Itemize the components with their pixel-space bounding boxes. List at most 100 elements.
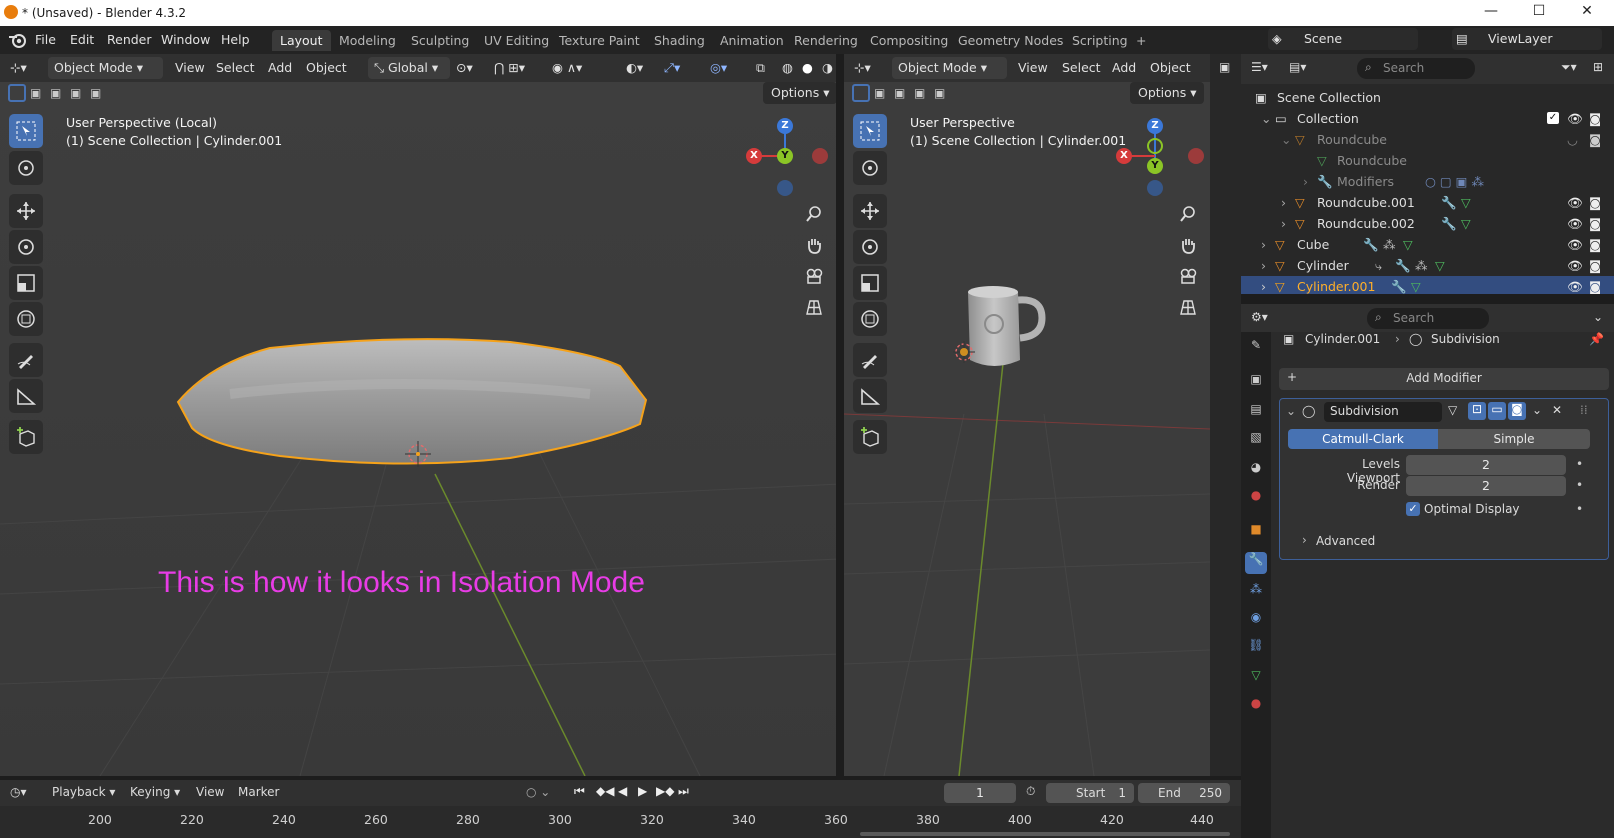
particles-tab-icon[interactable]: ⁂: [1245, 582, 1267, 604]
add-workspace-button[interactable]: +: [1128, 30, 1154, 51]
pan-button[interactable]: [800, 231, 828, 259]
editor-type-icon[interactable]: ⊹▾: [10, 60, 27, 75]
material-shading-icon[interactable]: ◑: [822, 60, 833, 75]
collapse-chevron-icon[interactable]: ⌄: [1286, 404, 1296, 418]
measure-tool[interactable]: [853, 379, 887, 413]
gizmo-toggle-icon[interactable]: ⤢▾: [664, 60, 680, 76]
world-tab-icon[interactable]: ●: [1245, 488, 1267, 510]
minimize-button[interactable]: —: [1468, 3, 1514, 23]
view-layer-selector[interactable]: ▤ ViewLayer: [1452, 28, 1602, 50]
transform-tool[interactable]: [9, 302, 43, 336]
scene-selector[interactable]: ◈ Scene: [1268, 28, 1418, 50]
viewport-menu-select[interactable]: Select: [216, 60, 255, 75]
keyframe-dot-icon[interactable]: •: [1576, 478, 1583, 492]
chevron-right-icon[interactable]: ›: [1281, 195, 1286, 210]
viewport-menu-object[interactable]: Object: [1150, 60, 1191, 75]
new-collection-icon[interactable]: ⊞: [1593, 60, 1603, 74]
play-icon[interactable]: ▶: [638, 784, 647, 798]
pan-button[interactable]: [1174, 231, 1202, 259]
timeline-ruler[interactable]: 200 220 240 260 280 300 320 340 360 380 …: [0, 806, 1241, 838]
measure-tool[interactable]: [9, 379, 43, 413]
gizmo-y-axis[interactable]: Y: [777, 148, 793, 164]
add-cube-tool[interactable]: [853, 420, 887, 454]
maximize-button[interactable]: ☐: [1516, 3, 1562, 23]
render-tab-icon[interactable]: ▣: [1245, 372, 1267, 394]
rotate-tool[interactable]: [853, 230, 887, 264]
optimal-display-checkbox[interactable]: ✓: [1406, 502, 1420, 516]
outliner-row-roundcube-002[interactable]: › ▽ Roundcube.002 🔧 ▽ 👁 ◙: [1241, 213, 1614, 234]
keyframe-dot-icon[interactable]: •: [1576, 457, 1583, 471]
render-camera-icon[interactable]: ◙: [1589, 237, 1603, 252]
render-camera-icon[interactable]: ◙: [1589, 132, 1603, 147]
visibility-eye-icon[interactable]: 👁: [1567, 258, 1583, 273]
advanced-subpanel-label[interactable]: Advanced: [1316, 534, 1375, 548]
gizmo-neg-z[interactable]: [1147, 180, 1163, 196]
render-camera-icon[interactable]: ◙: [1589, 111, 1603, 126]
chevron-down-icon[interactable]: ⌄: [1261, 111, 1271, 126]
rotate-tool[interactable]: [9, 230, 43, 264]
blender-menu-icon[interactable]: [8, 31, 28, 49]
visibility-eye-icon[interactable]: 👁: [1567, 195, 1583, 210]
ortho-toggle-button[interactable]: [1174, 293, 1202, 321]
tab-modeling[interactable]: Modeling: [331, 30, 404, 51]
zoom-button[interactable]: [1174, 200, 1202, 228]
chevron-down-icon[interactable]: ⌄: [1281, 132, 1291, 147]
scene-tab-icon[interactable]: ◕: [1245, 460, 1267, 482]
scale-tool[interactable]: [9, 266, 43, 300]
scale-tool[interactable]: [853, 266, 887, 300]
select-box-tool[interactable]: [9, 114, 43, 148]
timeline-editor-icon[interactable]: ◷▾: [10, 785, 27, 799]
timeline-menu-keying[interactable]: Keying ▾: [130, 785, 180, 799]
outliner-editor-icon[interactable]: ☰▾: [1251, 60, 1268, 74]
exclude-checkbox[interactable]: ✓: [1547, 112, 1559, 124]
menu-help[interactable]: Help: [221, 32, 250, 47]
sidebar-toggle-icon[interactable]: ▣: [1219, 60, 1230, 74]
modifier-dropdown-icon[interactable]: ⌄: [1532, 403, 1542, 417]
viewport-display-toggle-icon[interactable]: ▭: [1488, 402, 1506, 420]
visibility-eye-icon[interactable]: 👁: [1567, 216, 1583, 231]
jump-start-icon[interactable]: ⏮: [574, 784, 585, 799]
menu-window[interactable]: Window: [161, 32, 210, 47]
constraints-tab-icon[interactable]: ⛓: [1245, 638, 1267, 660]
gizmo-neg-z[interactable]: [777, 180, 793, 196]
tab-texture-paint[interactable]: Texture Paint: [551, 30, 648, 51]
select-subtract-icon[interactable]: ▣: [894, 86, 905, 100]
editor-type-icon[interactable]: ⊹▾: [854, 60, 871, 75]
gizmo-neg-x[interactable]: [812, 148, 828, 164]
chevron-right-icon[interactable]: ›: [1261, 258, 1266, 273]
chevron-right-icon[interactable]: ›: [1303, 174, 1308, 189]
solid-shading-icon[interactable]: ●: [802, 60, 813, 75]
outliner-search-input[interactable]: ⌕ Search: [1357, 58, 1475, 79]
chevron-right-icon[interactable]: ›: [1261, 279, 1266, 294]
add-cube-tool[interactable]: [9, 420, 43, 454]
viewport-menu-add[interactable]: Add: [1112, 60, 1136, 75]
play-reverse-icon[interactable]: ◀: [618, 784, 627, 798]
select-invert-icon[interactable]: ▣: [70, 86, 81, 100]
outliner-row-roundcube-mesh[interactable]: ▽ Roundcube: [1241, 150, 1614, 171]
snap-icon[interactable]: ⋂ ⊞▾: [494, 60, 525, 75]
cage-toggle-icon[interactable]: ⊡: [1468, 402, 1486, 420]
timeline-menu-marker[interactable]: Marker: [238, 785, 279, 799]
outliner-row-scene-collection[interactable]: ▣ Scene Collection: [1241, 87, 1614, 108]
gizmo-y-axis[interactable]: Y: [1147, 158, 1163, 174]
tab-sculpting[interactable]: Sculpting: [403, 30, 477, 51]
current-frame-field[interactable]: 1: [944, 783, 1016, 803]
viewport-menu-view[interactable]: View: [1018, 60, 1048, 75]
outliner-row-cube[interactable]: › ▽ Cube 🔧 ⁂ ▽ 👁 ◙: [1241, 234, 1614, 255]
visibility-eye-icon[interactable]: 👁: [1567, 237, 1583, 252]
camera-view-button[interactable]: [800, 262, 828, 290]
select-new-icon[interactable]: [8, 84, 26, 102]
chevron-right-icon[interactable]: ›: [1261, 237, 1266, 252]
select-intersect-icon[interactable]: ▣: [90, 86, 101, 100]
pin-icon[interactable]: 📌: [1589, 332, 1604, 346]
end-frame-field[interactable]: End 250: [1138, 783, 1230, 803]
render-camera-icon[interactable]: ◙: [1589, 279, 1603, 294]
physics-tab-icon[interactable]: ◉: [1245, 610, 1267, 632]
selection-mode-buttons[interactable]: ▣ ▣ ▣ ▣: [850, 84, 950, 106]
menu-file[interactable]: File: [35, 32, 56, 47]
zoom-button[interactable]: [800, 200, 828, 228]
properties-editor-icon[interactable]: ⚙▾: [1251, 310, 1268, 324]
gizmo-x-axis[interactable]: X: [1116, 148, 1132, 164]
tab-rendering[interactable]: Rendering: [786, 30, 866, 51]
clock-icon[interactable]: ⏱: [1026, 784, 1035, 799]
